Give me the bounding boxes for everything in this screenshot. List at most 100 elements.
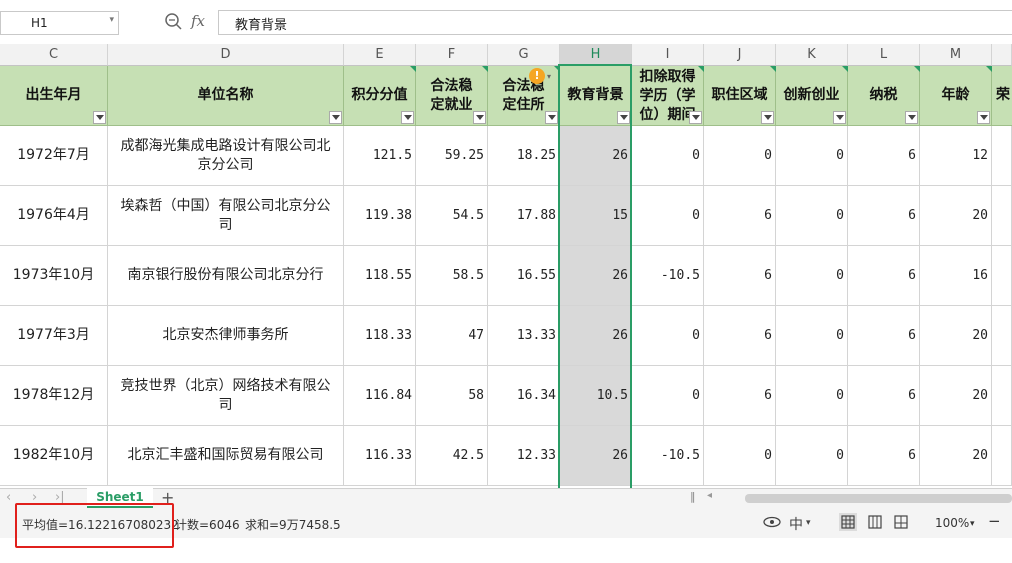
cell-n[interactable] [992,246,1012,306]
cell-c[interactable]: 1976年4月 [0,186,108,246]
cell-c[interactable]: 1973年10月 [0,246,108,306]
cell-l[interactable]: 6 [848,246,920,306]
cell-m[interactable]: 16 [920,246,992,306]
cell-k[interactable]: 0 [776,246,848,306]
column-header-e[interactable]: E [344,44,416,66]
cell-m[interactable]: 20 [920,366,992,426]
cell-h[interactable]: 10.5 [560,366,632,426]
cell-d[interactable]: 北京安杰律师事务所 [108,306,344,366]
cell-e[interactable]: 119.38 [344,186,416,246]
filter-dropdown-icon[interactable] [545,111,558,124]
cell-j[interactable]: 6 [704,366,776,426]
column-header-n[interactable] [992,44,1012,66]
cell-h[interactable]: 26 [560,246,632,306]
cell-j[interactable]: 6 [704,186,776,246]
cell-k[interactable]: 0 [776,186,848,246]
cell-g[interactable]: 12.33 [488,426,560,486]
column-header-c[interactable]: C [0,44,108,66]
cell-k[interactable]: 0 [776,306,848,366]
cell-k[interactable]: 0 [776,426,848,486]
filter-dropdown-icon[interactable] [617,111,630,124]
cell-g[interactable]: 16.34 [488,366,560,426]
filter-dropdown-icon[interactable] [689,111,702,124]
cell-i[interactable]: 0 [632,306,704,366]
cell-d[interactable]: 北京汇丰盛和国际贸易有限公司 [108,426,344,486]
cell-n[interactable] [992,126,1012,186]
cell-g[interactable]: 16.55 [488,246,560,306]
chevron-down-icon[interactable]: ▾ [547,72,551,81]
page-layout-view-icon[interactable] [866,513,884,531]
filter-dropdown-icon[interactable] [761,111,774,124]
column-header-l[interactable]: L [848,44,920,66]
normal-view-icon[interactable] [839,513,857,531]
cell-e[interactable]: 116.33 [344,426,416,486]
first-sheet-icon[interactable]: ‹ [6,490,11,505]
split-handle[interactable]: ‖ [690,490,696,503]
cell-k[interactable]: 0 [776,366,848,426]
cell-c[interactable]: 1982年10月 [0,426,108,486]
cell-g[interactable]: 18.25 [488,126,560,186]
function-icon[interactable]: fx [191,12,205,30]
cell-e[interactable]: 116.84 [344,366,416,426]
cell-l[interactable]: 6 [848,306,920,366]
cell-n[interactable] [992,366,1012,426]
cell-n[interactable] [992,186,1012,246]
filter-dropdown-icon[interactable] [905,111,918,124]
cell-l[interactable]: 6 [848,426,920,486]
column-header-j[interactable]: J [704,44,776,66]
cell-j[interactable]: 6 [704,306,776,366]
header-cell-c[interactable]: 出生年月 [0,66,108,126]
cell-g[interactable]: 17.88 [488,186,560,246]
cell-f[interactable]: 42.5 [416,426,488,486]
scroll-left-icon[interactable]: ◂ [707,490,712,501]
chevron-down-icon[interactable]: ▾ [109,15,114,25]
column-header-g[interactable]: G [488,44,560,66]
warning-icon[interactable]: ! [529,68,545,84]
scrollbar-thumb[interactable] [745,494,1012,503]
zoom-out-button[interactable]: − [988,512,1001,530]
cell-n[interactable] [992,426,1012,486]
formula-input[interactable]: 教育背景 [218,10,1012,35]
name-box[interactable]: H1 ▾ [0,11,119,35]
cell-j[interactable]: 0 [704,426,776,486]
header-cell-n[interactable]: 荣 [992,66,1012,126]
cell-i[interactable]: 0 [632,186,704,246]
cell-k[interactable]: 0 [776,126,848,186]
page-break-view-icon[interactable] [892,513,910,531]
cell-c[interactable]: 1972年7月 [0,126,108,186]
column-header-k[interactable]: K [776,44,848,66]
cell-i[interactable]: 0 [632,126,704,186]
column-header-h[interactable]: H [560,44,632,66]
chevron-down-icon[interactable]: ▾ [806,518,811,528]
filter-dropdown-icon[interactable] [833,111,846,124]
cell-f[interactable]: 58 [416,366,488,426]
cell-d[interactable]: 南京银行股份有限公司北京分行 [108,246,344,306]
cell-f[interactable]: 54.5 [416,186,488,246]
eye-protection-icon[interactable] [762,515,782,529]
cell-c[interactable]: 1978年12月 [0,366,108,426]
cell-l[interactable]: 6 [848,186,920,246]
cell-h[interactable]: 26 [560,126,632,186]
header-cell-d[interactable]: 单位名称 [108,66,344,126]
chevron-down-icon[interactable]: ▾ [970,519,975,529]
column-header-m[interactable]: M [920,44,992,66]
horizontal-scrollbar[interactable]: ◂ [705,490,1012,505]
cell-n[interactable] [992,306,1012,366]
cell-i[interactable]: 0 [632,366,704,426]
cell-d[interactable]: 成都海光集成电路设计有限公司北京分公司 [108,126,344,186]
cell-m[interactable]: 20 [920,426,992,486]
cell-d[interactable]: 竞技世界（北京）网络技术有限公司 [108,366,344,426]
cell-g[interactable]: 13.33 [488,306,560,366]
cell-m[interactable]: 20 [920,186,992,246]
cell-e[interactable]: 118.33 [344,306,416,366]
cell-e[interactable]: 121.5 [344,126,416,186]
zoom-level[interactable]: 100% [935,516,969,530]
cell-c[interactable]: 1977年3月 [0,306,108,366]
cell-e[interactable]: 118.55 [344,246,416,306]
cell-h[interactable]: 15 [560,186,632,246]
column-header-f[interactable]: F [416,44,488,66]
cell-j[interactable]: 0 [704,126,776,186]
filter-dropdown-icon[interactable] [329,111,342,124]
cell-h[interactable]: 26 [560,306,632,366]
cell-m[interactable]: 12 [920,126,992,186]
